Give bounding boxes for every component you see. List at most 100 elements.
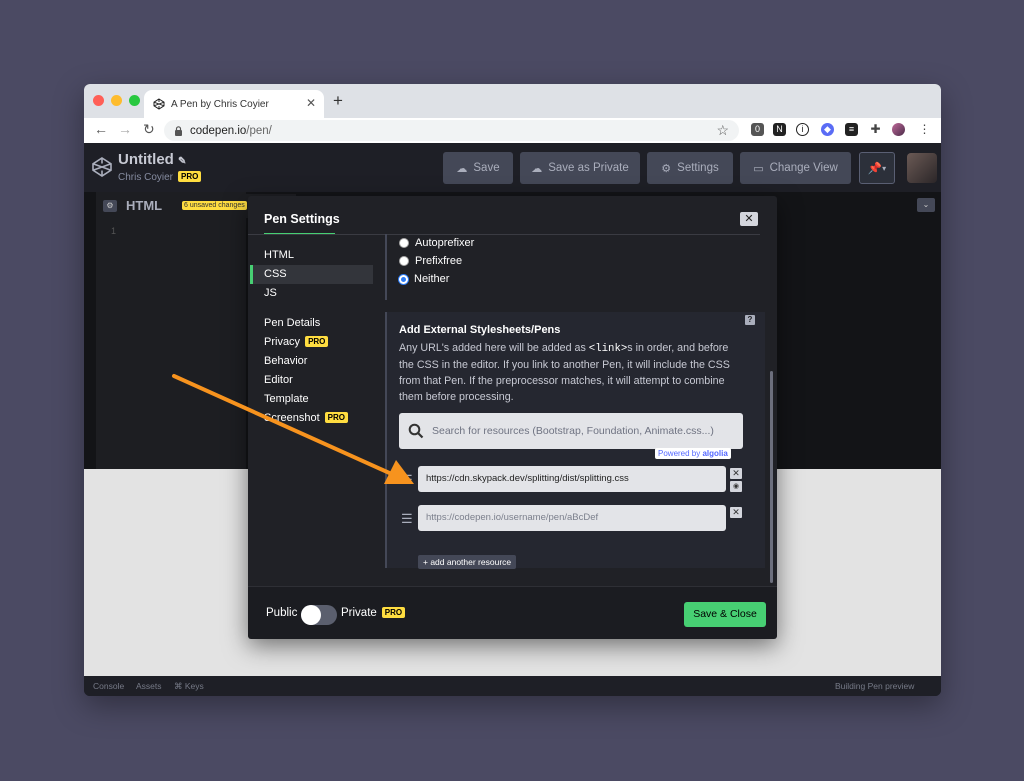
bookmark-star-icon[interactable]: ☆ [716, 122, 729, 139]
html-editor-pane[interactable] [96, 192, 246, 469]
link-tag-code: <link> [588, 343, 628, 355]
modal-header: Pen Settings ✕ [248, 196, 777, 235]
html-settings-gear-icon[interactable]: ⚙ [103, 200, 117, 212]
radio-button[interactable] [399, 238, 409, 248]
radio-button-selected[interactable] [399, 274, 408, 284]
minimize-window-button[interactable] [111, 95, 122, 106]
gear-icon: ⚙ [661, 162, 672, 175]
sidebar-screenshot-label: Screenshot [264, 412, 320, 424]
remove-resource-icon[interactable]: ✕ [730, 507, 742, 518]
browser-menu-icon[interactable]: ⋮ [918, 123, 931, 136]
codepen-favicon-icon [153, 98, 165, 110]
section-divider [385, 234, 387, 300]
resource-row: ☰ https://cdn.skypack.dev/splitting/dist… [399, 466, 743, 492]
modal-title: Pen Settings [264, 212, 340, 226]
address-bar[interactable]: codepen.io/pen/ ☆ [164, 120, 739, 141]
html-editor-label: HTML [126, 198, 163, 213]
keys-button[interactable]: ⌘ Keys [174, 681, 204, 692]
modal-scrollbar[interactable] [770, 371, 773, 583]
resource-url-input[interactable]: https://codepen.io/username/pen/aBcDef [418, 505, 726, 531]
modal-footer: Public Private PRO Save & Close [248, 586, 777, 639]
console-button[interactable]: Console [93, 681, 124, 691]
sidebar-item-privacy[interactable]: Privacy PRO [264, 336, 329, 348]
sidebar-item-pen-details[interactable]: Pen Details [264, 317, 320, 329]
sidebar-item-behavior[interactable]: Behavior [264, 355, 307, 367]
pen-title-text: Untitled [118, 151, 174, 168]
private-label: Private PRO [341, 607, 406, 619]
line-number: 1 [111, 226, 117, 236]
powered-by-label: Powered by [658, 449, 701, 458]
notion-icon[interactable]: N [773, 123, 786, 136]
url-host: codepen.io [190, 124, 247, 137]
drag-handle-icon[interactable]: ☰ [401, 511, 413, 527]
sidebar-item-template[interactable]: Template [264, 393, 309, 405]
assets-button[interactable]: Assets [136, 681, 162, 691]
pro-badge: PRO [178, 171, 202, 182]
save-private-label: Save as Private [548, 162, 629, 174]
extensions-puzzle-icon[interactable]: ✚ [869, 123, 882, 136]
reload-icon[interactable]: ↻ [143, 121, 155, 138]
settings-label: Settings [677, 162, 719, 174]
view-resource-eye-icon[interactable]: ◉ [730, 481, 742, 492]
back-icon[interactable]: ← [94, 121, 108, 137]
buffer-icon[interactable]: ≡ [845, 123, 858, 136]
radio-autoprefixer[interactable]: Autoprefixer [399, 237, 474, 249]
save-and-close-button[interactable]: Save & Close [684, 602, 766, 627]
linear-extension-icon[interactable]: ◆ [821, 123, 834, 136]
algolia-label: algolia [702, 449, 728, 458]
external-stylesheets-panel: ? Add External Stylesheets/Pens Any URL'… [385, 312, 765, 569]
url-path: /pen/ [246, 124, 272, 137]
sidebar-item-js[interactable]: JS [264, 287, 277, 299]
sidebar-item-css[interactable]: CSS [264, 268, 287, 280]
save-button-label: Save [473, 162, 500, 174]
radio-prefixfree[interactable]: Prefixfree [399, 255, 462, 267]
pen-title[interactable]: Untitled ✎ [118, 151, 186, 168]
radio-neither[interactable]: Neither [399, 273, 449, 285]
settings-content: Autoprefixer Prefixfree Neither ? Add Ex… [385, 234, 775, 582]
privacy-toggle[interactable] [301, 605, 337, 625]
drag-handle-icon[interactable]: ☰ [401, 472, 413, 488]
modal-close-button[interactable]: ✕ [740, 212, 758, 226]
radio-label: Autoprefixer [415, 237, 475, 249]
layout-icon: ▭ [753, 162, 764, 175]
new-tab-button[interactable]: + [333, 91, 343, 111]
sidebar-item-html[interactable]: HTML [264, 249, 294, 261]
maximize-window-button[interactable] [129, 95, 140, 106]
edit-pencil-icon[interactable]: ✎ [178, 156, 186, 167]
extension-1-icon[interactable]: 0 [751, 123, 764, 136]
help-icon[interactable]: ? [745, 315, 755, 325]
radio-button[interactable] [399, 256, 409, 266]
unsaved-changes-badge: 6 unsaved changes [182, 201, 247, 210]
info-extension-icon[interactable]: i [796, 123, 809, 136]
pin-menu-button[interactable]: 📌 ▾ [859, 152, 895, 184]
codepen-header: Untitled ✎ Chris Coyier PRO ☁ Save ☁ Save a… [84, 143, 941, 192]
add-another-resource-button[interactable]: + add another resource [418, 555, 517, 569]
section-divider [385, 312, 387, 568]
sidebar-item-editor[interactable]: Editor [264, 374, 293, 386]
forward-icon[interactable]: → [118, 121, 132, 137]
powered-by-algolia[interactable]: Powered by algolia [655, 448, 731, 459]
public-label: Public [266, 607, 298, 619]
save-button[interactable]: ☁ Save [443, 152, 513, 184]
cloud-icon: ☁ [531, 162, 543, 175]
save-private-button[interactable]: ☁ Save as Private [520, 152, 640, 184]
change-view-button[interactable]: ▭ Change View [740, 152, 851, 184]
browser-tab[interactable]: A Pen by Chris Coyier ✕ [144, 90, 324, 118]
settings-button[interactable]: ⚙ Settings [647, 152, 733, 184]
remove-resource-icon[interactable]: ✕ [730, 468, 742, 479]
resource-search-input[interactable]: Search for resources (Bootstrap, Foundat… [399, 413, 743, 449]
resource-url-input[interactable]: https://cdn.skypack.dev/splitting/dist/s… [418, 466, 726, 492]
browser-toolbar: ← → ↻ codepen.io/pen/ ☆ 0 N i ◆ ≡ ✚ ⋮ [84, 118, 941, 144]
external-stylesheets-title: Add External Stylesheets/Pens [399, 324, 561, 336]
profile-avatar[interactable] [892, 123, 905, 136]
build-status: Building Pen preview [835, 681, 915, 691]
codepen-logo-icon[interactable] [91, 156, 113, 178]
editor-menu-chevron-icon[interactable]: ⌄ [917, 198, 935, 212]
user-avatar[interactable] [907, 153, 937, 183]
tab-close-icon[interactable]: ✕ [306, 96, 316, 110]
close-window-button[interactable] [93, 95, 104, 106]
author-name: Chris Coyier [118, 172, 174, 183]
sidebar-item-screenshot[interactable]: Screenshot PRO [264, 412, 348, 424]
pin-icon: 📌 [867, 163, 883, 175]
description-start: Any URL's added here will be added as [399, 342, 589, 354]
